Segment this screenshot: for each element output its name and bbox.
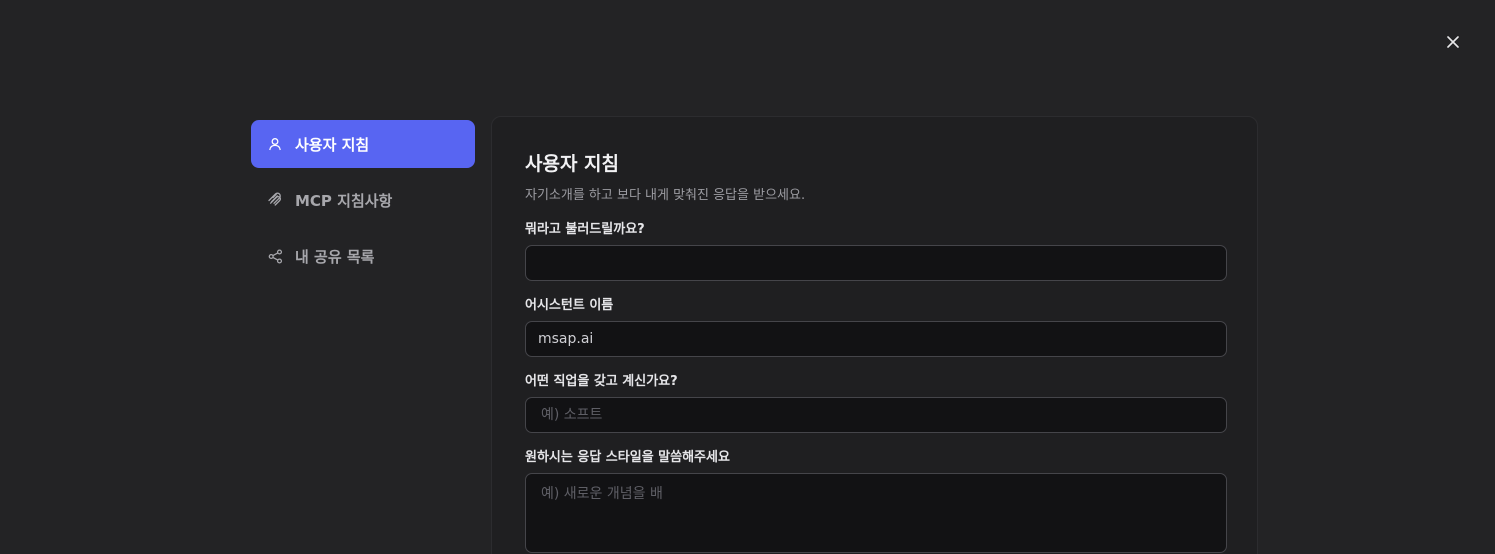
- sidebar-item-user-instructions[interactable]: 사용자 지침: [251, 120, 475, 168]
- close-button[interactable]: [1441, 30, 1465, 54]
- sidebar-item-my-shares[interactable]: 내 공유 목록: [251, 232, 475, 280]
- occupation-field-group: 어떤 직업을 갖고 계신가요?: [525, 373, 1227, 433]
- mcp-icon: [267, 192, 283, 208]
- response-style-textarea[interactable]: [525, 473, 1227, 553]
- user-instructions-panel: 사용자 지침 자기소개를 하고 보다 내게 맞춰진 응답을 받으세요. 뭐라고 …: [491, 116, 1258, 554]
- assistant-name-label: 어시스턴트 이름: [525, 298, 614, 313]
- settings-modal: 사용자 지침 MCP 지침사항 내 공유 목록 사용자 지침 자기소개를 하고 …: [0, 0, 1495, 554]
- panel-subtitle: 자기소개를 하고 보다 내게 맞춰진 응답을 받으세요.: [525, 188, 806, 203]
- user-icon: [267, 136, 283, 152]
- response-style-label: 원하시는 응답 스타일을 말씀해주세요: [525, 450, 730, 465]
- sidebar-item-label: 내 공유 목록: [295, 247, 375, 266]
- sidebar-item-label: 사용자 지침: [295, 135, 370, 154]
- close-icon: [1447, 36, 1459, 48]
- occupation-label: 어떤 직업을 갖고 계신가요?: [525, 374, 678, 389]
- nickname-input[interactable]: [525, 245, 1227, 281]
- assistant-name-field-group: 어시스턴트 이름: [525, 297, 1227, 357]
- settings-sidebar: 사용자 지침 MCP 지침사항 내 공유 목록: [251, 120, 475, 288]
- assistant-name-input[interactable]: [525, 321, 1227, 357]
- nickname-label: 뭐라고 불러드릴까요?: [525, 222, 645, 237]
- nickname-field-group: 뭐라고 불러드릴까요?: [525, 221, 1227, 281]
- response-style-field-group: 원하시는 응답 스타일을 말씀해주세요: [525, 449, 1227, 554]
- share-icon: [267, 248, 283, 264]
- occupation-input[interactable]: [525, 397, 1227, 433]
- sidebar-item-label: MCP 지침사항: [295, 191, 393, 210]
- panel-title: 사용자 지침: [525, 153, 620, 175]
- sidebar-item-mcp-instructions[interactable]: MCP 지침사항: [251, 176, 475, 224]
